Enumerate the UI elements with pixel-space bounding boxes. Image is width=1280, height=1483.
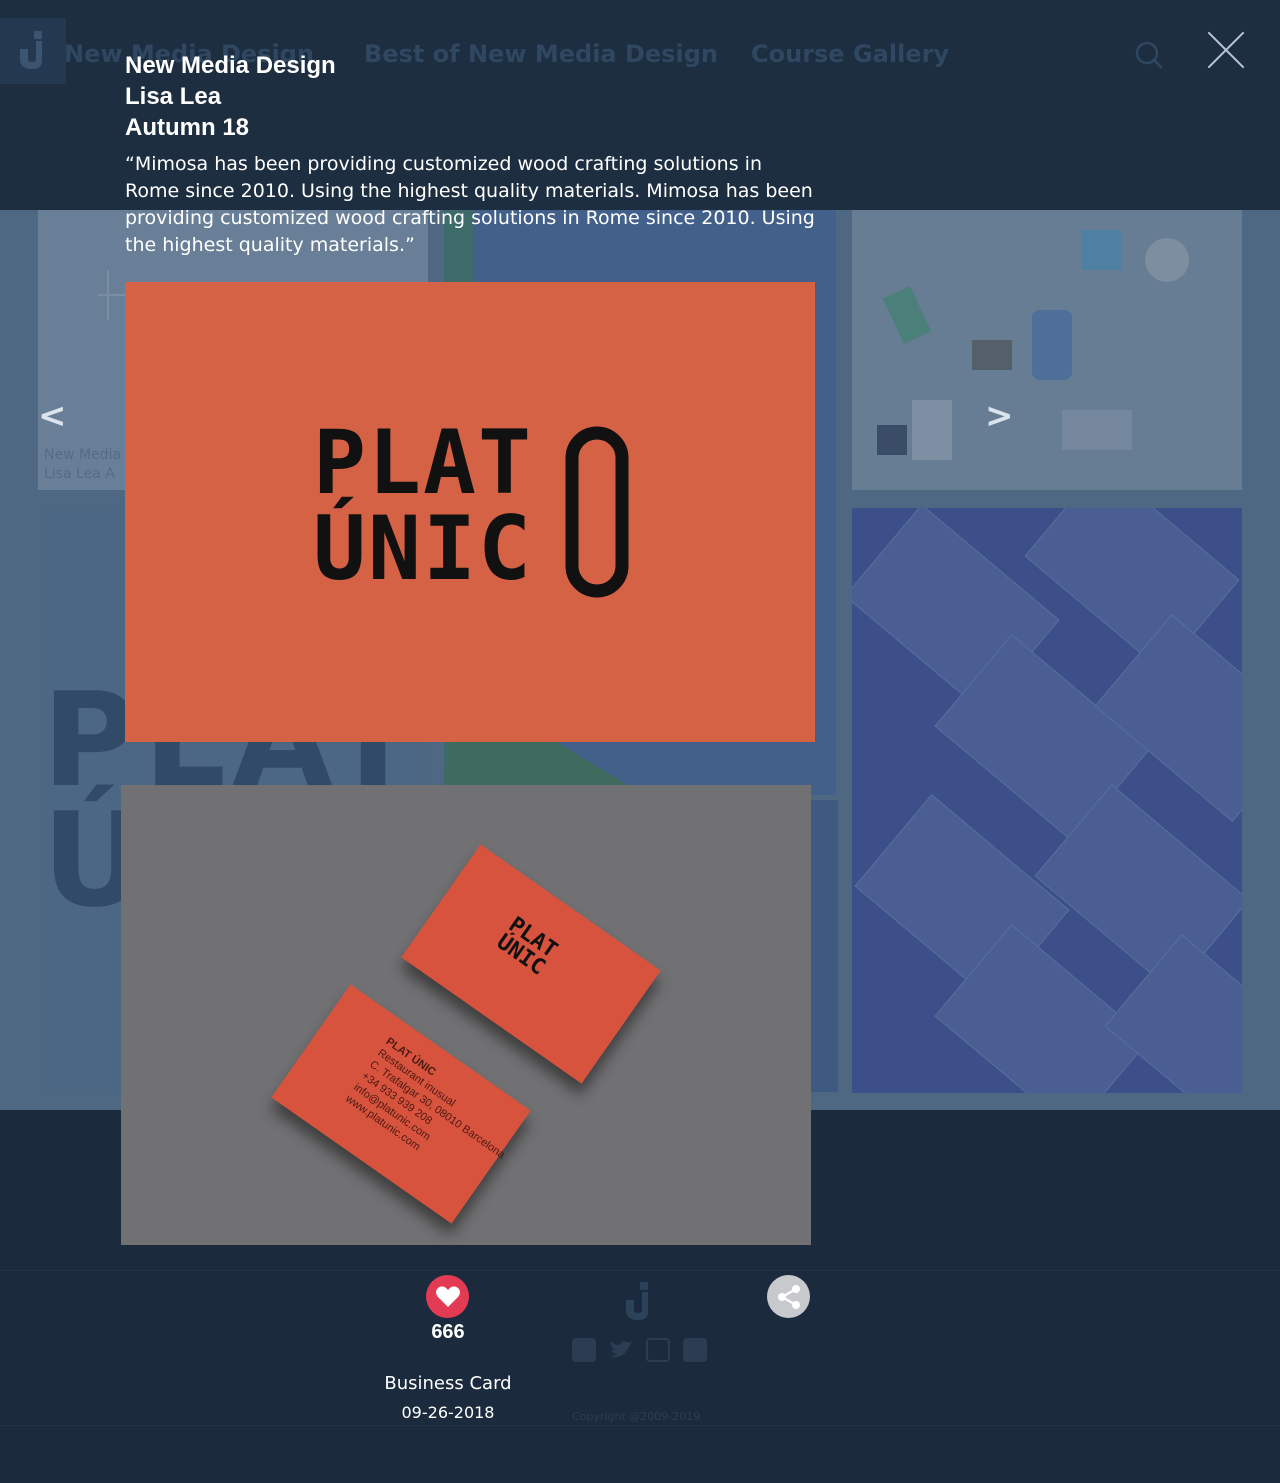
project-date: 09-26-2018 — [401, 1403, 495, 1422]
project-image-logo: PLAT ÚNIC — [125, 282, 815, 742]
project-image-business-cards: PLAT ÚNIC PLAT ÚNIC Restaurant inusual C… — [121, 785, 811, 1245]
project-info: New Media Design Lisa Lea Autumn 18 “Mim… — [125, 50, 825, 259]
gallery-tile[interactable] — [852, 508, 1242, 1093]
close-icon[interactable] — [1203, 27, 1249, 73]
share-icon — [777, 1284, 800, 1309]
facebook-icon[interactable] — [572, 1338, 596, 1362]
next-arrow-button[interactable]: > — [985, 396, 1014, 436]
like-button[interactable] — [426, 1275, 469, 1318]
prev-arrow-button[interactable]: < — [38, 396, 67, 436]
footer-logo-icon — [622, 1282, 656, 1326]
footer-copyright: Copyright @2009-2019 — [572, 1410, 701, 1423]
youtube-icon[interactable] — [683, 1338, 707, 1362]
logo-text: PLAT ÚNIC — [313, 411, 533, 600]
project-description: “Mimosa has been providing customized wo… — [125, 153, 815, 256]
gallery-tile-caption: New Media Lisa Lea A — [44, 447, 122, 482]
search-icon[interactable] — [1134, 40, 1164, 70]
project-category: Business Card — [384, 1373, 512, 1394]
like-count: 666 — [431, 1321, 465, 1343]
instagram-icon[interactable] — [646, 1338, 670, 1362]
logo-icon[interactable] — [0, 18, 66, 84]
share-button[interactable] — [767, 1275, 810, 1318]
project-course: New Media Design — [125, 52, 336, 79]
project-term: Autumn 18 — [125, 114, 250, 141]
gallery-tile[interactable] — [852, 210, 1242, 490]
heart-icon — [435, 1285, 460, 1307]
gallery-tile[interactable] — [810, 800, 838, 1092]
twitter-icon[interactable] — [608, 1338, 632, 1362]
project-author[interactable]: Lisa Lea — [125, 81, 825, 112]
